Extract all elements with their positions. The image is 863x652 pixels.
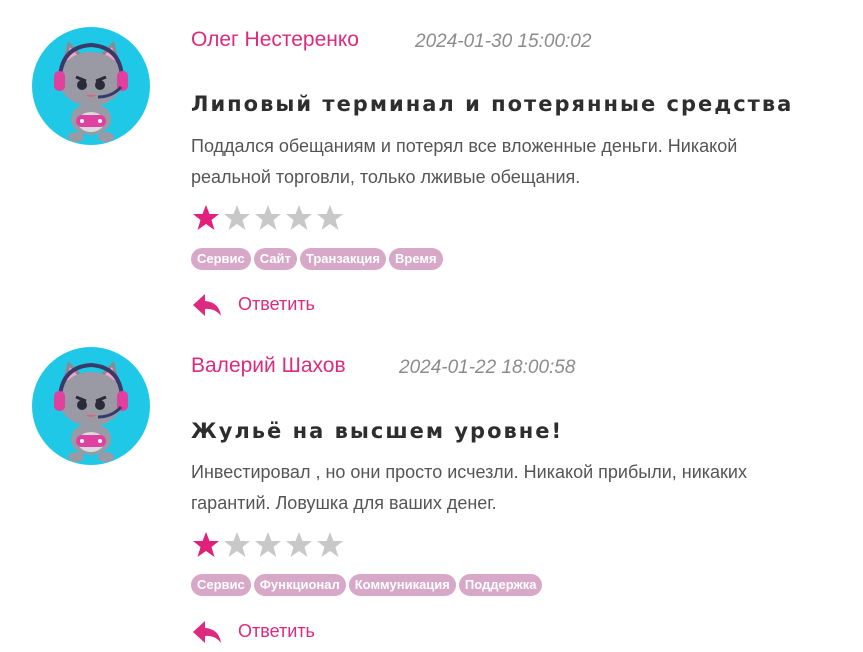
- tag[interactable]: Коммуникация: [348, 574, 456, 596]
- star-empty-icon: [253, 203, 283, 233]
- tag[interactable]: Транзакция: [299, 248, 386, 270]
- star-empty-icon: [222, 530, 252, 560]
- tag[interactable]: Время: [389, 248, 443, 270]
- tag-list: Сервис Функционал Коммуникация Поддержка: [191, 574, 545, 596]
- review-text: Инвестировал , но они просто исчезли. Ни…: [191, 462, 747, 513]
- tag[interactable]: Сайт: [253, 248, 297, 270]
- reply-arrow-icon: [191, 619, 223, 645]
- star-empty-icon: [222, 203, 252, 233]
- star-filled-icon: [191, 530, 221, 560]
- gamer-cat-avatar-icon: [32, 347, 150, 465]
- reply-arrow-icon: [191, 292, 223, 318]
- author-name: Валерий Шахов: [191, 354, 346, 377]
- review-date: 2024-01-22 18:00:58: [399, 357, 576, 378]
- review-date: 2024-01-30 15:00:02: [415, 31, 592, 52]
- reply-label: Ответить: [238, 294, 315, 314]
- review-title: Жульё на высшем уровне!: [191, 419, 564, 443]
- tag[interactable]: Поддержка: [458, 574, 543, 596]
- star-rating: [191, 530, 346, 562]
- avatar: [32, 27, 150, 145]
- author-name: Олег Нестеренко: [191, 28, 359, 51]
- tag[interactable]: Сервис: [191, 248, 251, 270]
- review-text: Поддался обещаниям и потерял все вложенн…: [191, 136, 738, 187]
- star-empty-icon: [315, 203, 345, 233]
- star-empty-icon: [315, 530, 345, 560]
- review-item: Олег Нестеренко 2024-01-30 15:00:02 Липо…: [0, 0, 863, 326]
- star-empty-icon: [253, 530, 283, 560]
- tag[interactable]: Функционал: [253, 574, 346, 596]
- tag[interactable]: Сервис: [191, 574, 251, 596]
- star-rating: [191, 203, 346, 235]
- review-title: Липовый терминал и потерянные средства: [191, 92, 794, 116]
- review-item: Валерий Шахов 2024-01-22 18:00:58 Жульё …: [0, 326, 863, 652]
- reply-label: Ответить: [238, 621, 315, 641]
- star-filled-icon: [191, 203, 221, 233]
- star-empty-icon: [284, 530, 314, 560]
- gamer-cat-avatar-icon: [32, 27, 150, 145]
- avatar: [32, 347, 150, 465]
- star-empty-icon: [284, 203, 314, 233]
- tag-list: Сервис Сайт Транзакция Время: [191, 248, 446, 270]
